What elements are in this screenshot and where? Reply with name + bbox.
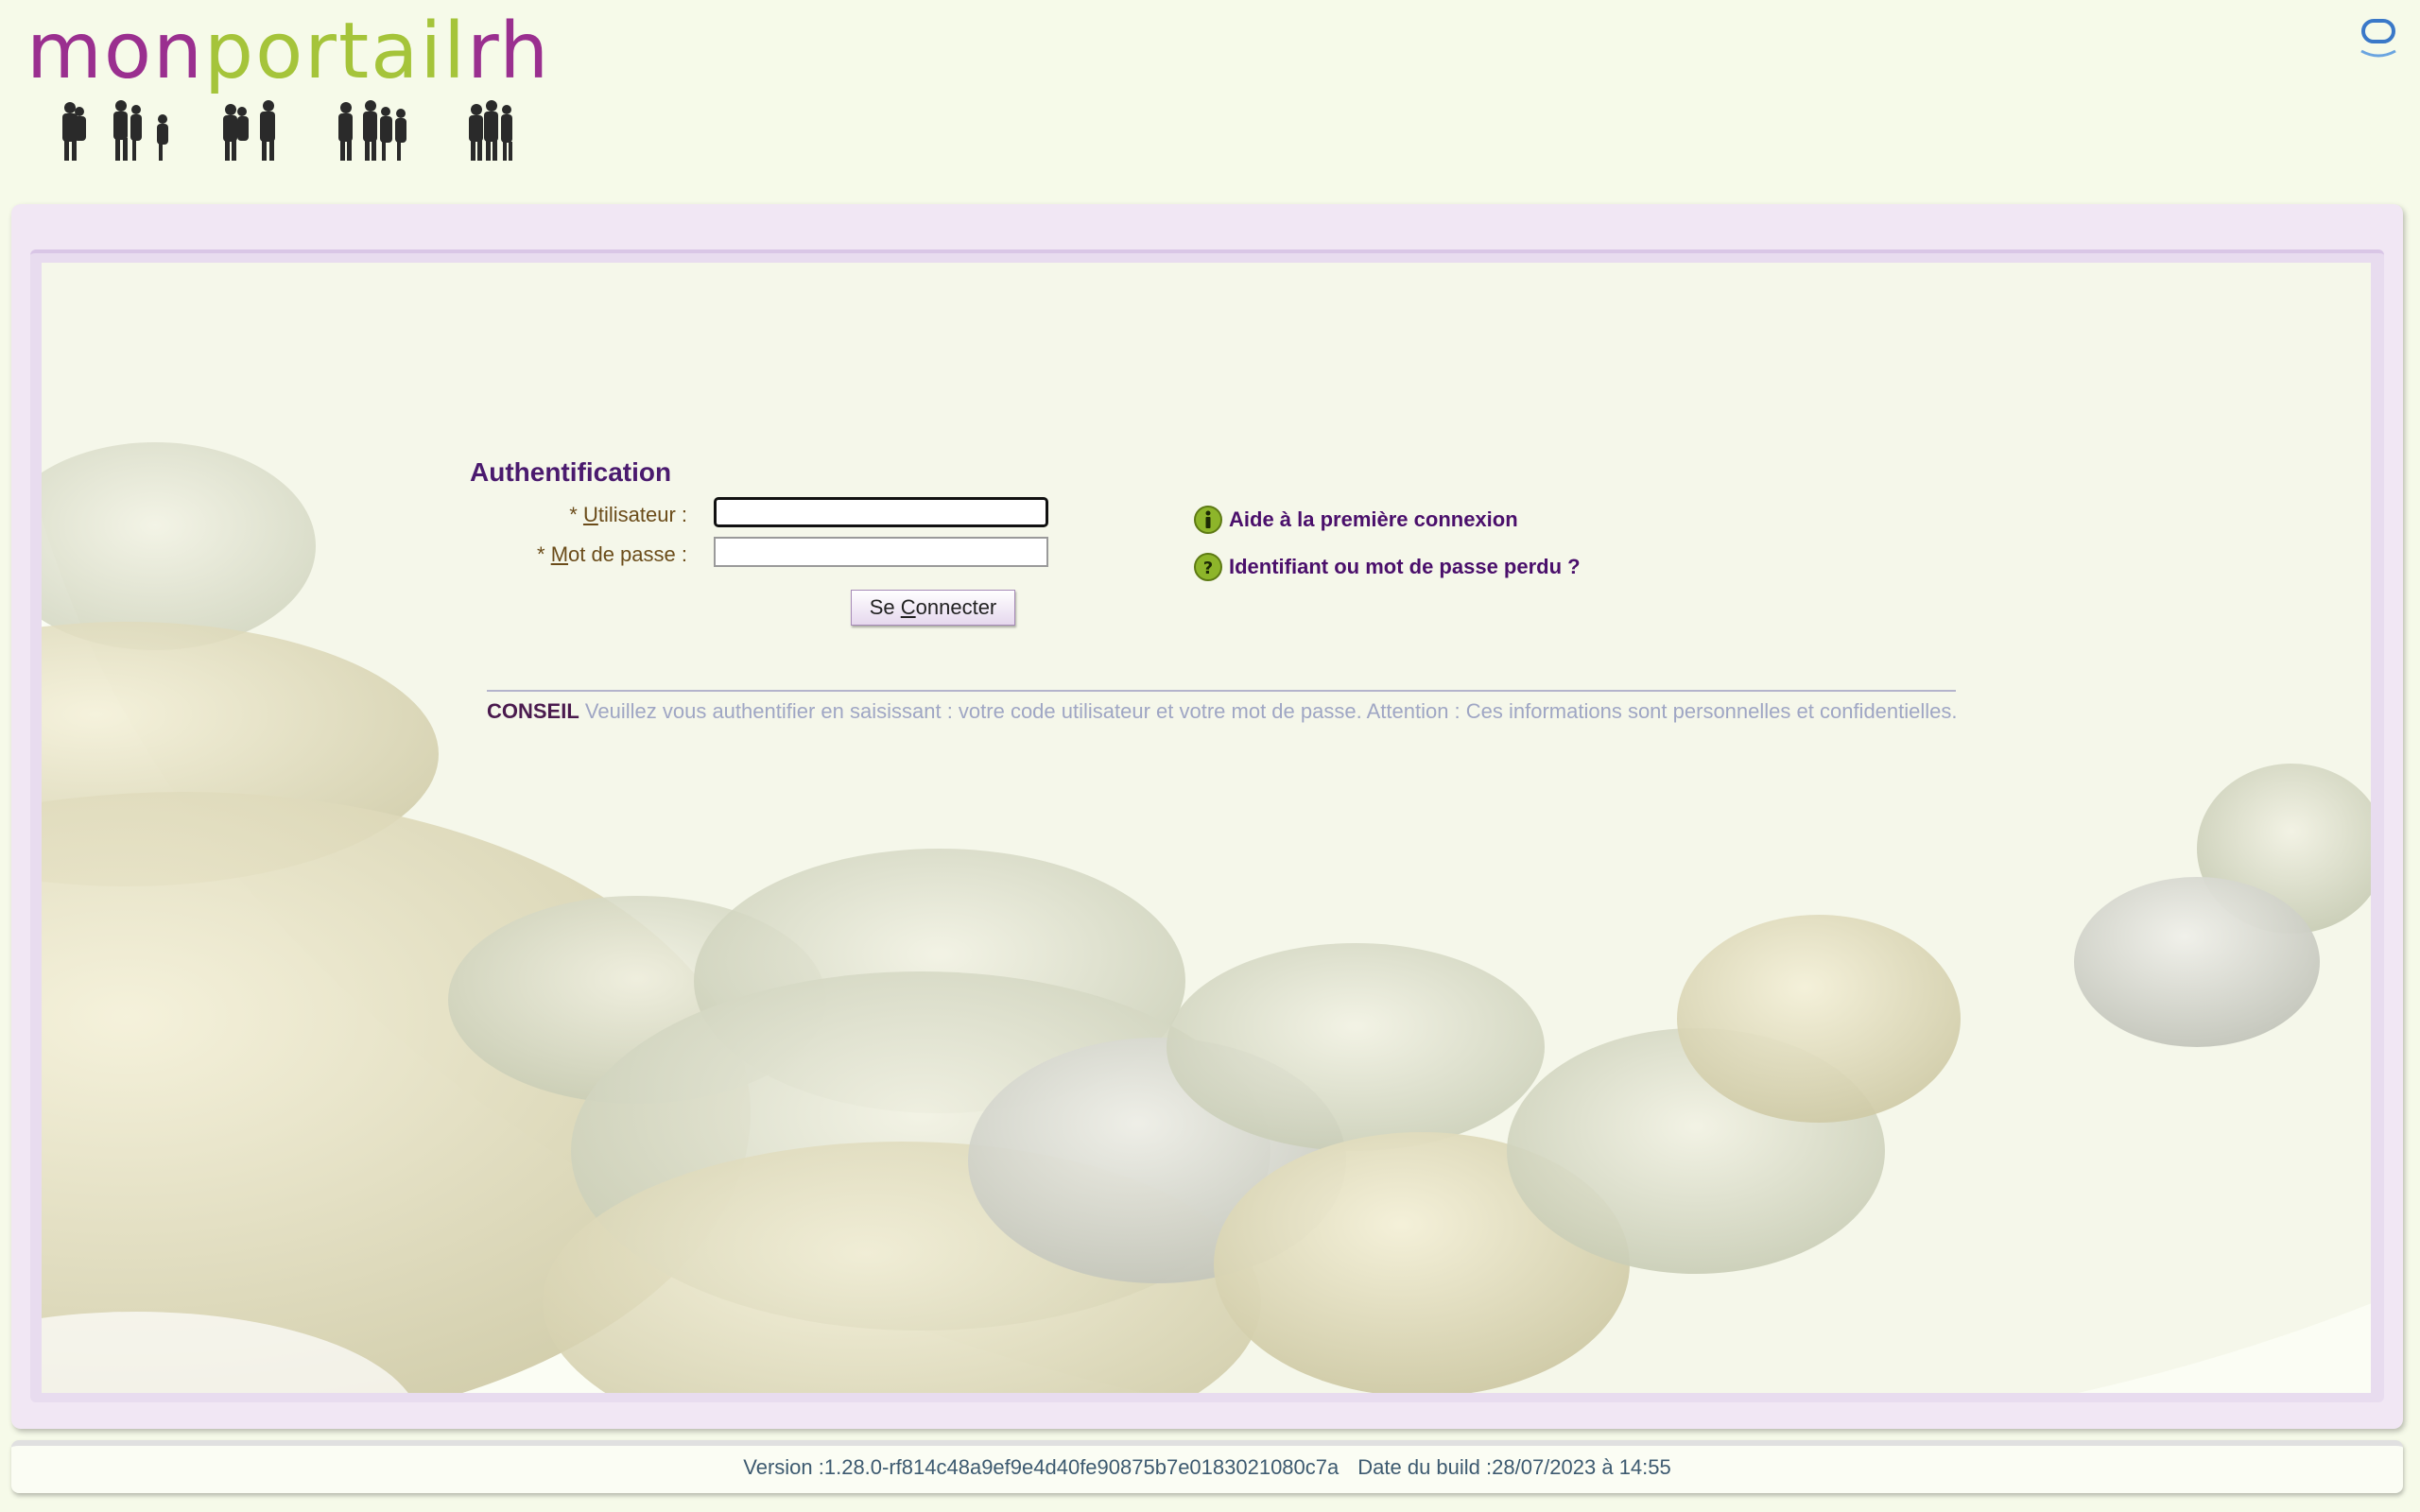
panel-inner: Authentification * Utilisateur : * Mot d… xyxy=(30,249,2384,1402)
monportailrh-logo[interactable]: monportailrh xyxy=(26,7,575,161)
first-login-help-label: Aide à la première connexion xyxy=(1229,507,1518,531)
version-text: Version :1.28.0-rf814c48a9ef9e4d40fe9087… xyxy=(743,1455,1340,1479)
first-login-help-link[interactable]: Aide à la première connexion xyxy=(1193,504,1518,536)
login-content: Authentification * Utilisateur : * Mot d… xyxy=(42,263,2371,1393)
main-panel: Authentification * Utilisateur : * Mot d… xyxy=(11,204,2403,1429)
password-row: * Mot de passe : xyxy=(470,537,1048,571)
logo-text: monportailrh xyxy=(26,7,551,96)
people-silhouettes-icon xyxy=(62,100,512,161)
lost-password-label: Identifiant ou mot de passe perdu ? xyxy=(1229,555,1581,578)
login-button[interactable]: Se Connecter xyxy=(851,590,1015,626)
password-input[interactable] xyxy=(714,537,1048,567)
username-label: * Utilisateur : xyxy=(569,503,687,526)
username-row: * Utilisateur : xyxy=(470,497,1048,531)
password-label: * Mot de passe : xyxy=(537,542,687,566)
question-icon: ? xyxy=(1194,553,1222,581)
pebbles-background-image xyxy=(42,263,2371,1393)
info-icon xyxy=(1194,506,1222,534)
advice-message: CONSEIL Veuillez vous authentifier en sa… xyxy=(487,690,1958,724)
username-input[interactable] xyxy=(714,497,1048,527)
svg-text:?: ? xyxy=(1203,558,1213,578)
advice-text: Veuillez vous authentifier en saisissant… xyxy=(584,699,1958,723)
header: monportailrh xyxy=(0,0,2420,198)
advice-label: CONSEIL xyxy=(487,699,579,723)
authentication-title: Authentification xyxy=(470,457,672,487)
footer: Version :1.28.0-rf814c48a9ef9e4d40fe9087… xyxy=(11,1440,2403,1493)
user-session-icon[interactable] xyxy=(2358,17,2399,59)
build-date-text: Date du build :28/07/2023 à 14:55 xyxy=(1357,1455,1671,1479)
lost-password-link[interactable]: ? Identifiant ou mot de passe perdu ? xyxy=(1193,551,1581,583)
